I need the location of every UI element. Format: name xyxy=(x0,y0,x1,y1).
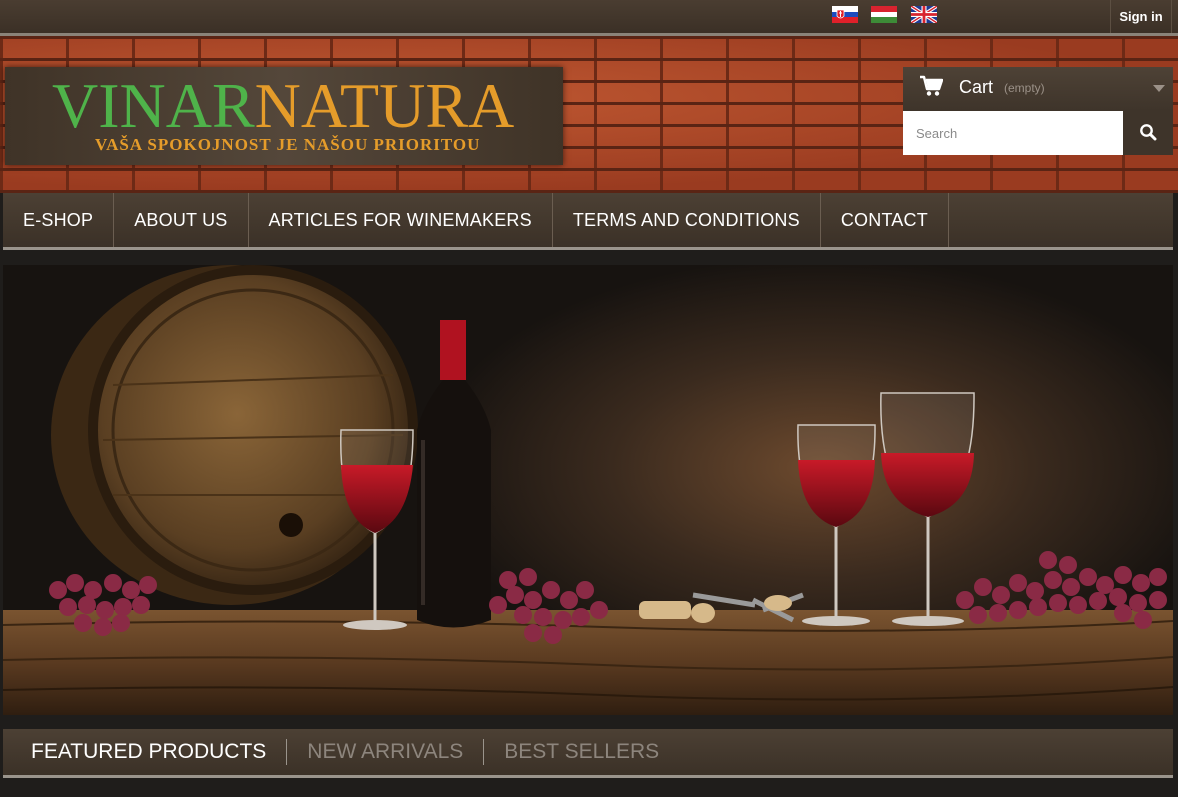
search-button[interactable] xyxy=(1123,111,1173,155)
wine-still-life-illustration xyxy=(3,265,1173,715)
cart-button[interactable]: Cart (empty) xyxy=(903,67,1173,111)
sign-in-label[interactable]: Sign in xyxy=(1119,9,1162,24)
logo-part-natura: NATURA xyxy=(254,70,515,141)
chevron-down-icon xyxy=(1153,85,1165,92)
hungary-flag-icon[interactable] xyxy=(871,6,897,23)
search-input[interactable] xyxy=(903,111,1123,155)
sign-in-link[interactable]: Sign in xyxy=(1110,0,1172,33)
nav-item-articles[interactable]: ARTICLES FOR WINEMAKERS xyxy=(249,193,553,247)
search-form xyxy=(903,111,1173,155)
uk-flag-icon[interactable] xyxy=(911,6,937,23)
logo-part-vinar: VINAR xyxy=(52,70,255,141)
product-tabs: FEATURED PRODUCTS NEW ARRIVALS BEST SELL… xyxy=(3,729,1173,778)
nav-item-eshop[interactable]: E-SHOP xyxy=(3,193,115,247)
nav-item-about-us[interactable]: ABOUT US xyxy=(114,193,249,247)
nav-item-contact[interactable]: CONTACT xyxy=(821,193,949,247)
main-navigation: E-SHOP ABOUT US ARTICLES FOR WINEMAKERS … xyxy=(3,193,1173,250)
cart-status: (empty) xyxy=(1004,81,1045,95)
nav-item-terms[interactable]: TERMS AND CONDITIONS xyxy=(553,193,821,247)
site-logo[interactable]: VINARNATURA Vaša spokojnost je našou pri… xyxy=(5,67,563,165)
search-icon xyxy=(1140,123,1157,140)
tab-new-arrivals[interactable]: NEW ARRIVALS xyxy=(287,739,485,765)
tab-best-sellers[interactable]: BEST SELLERS xyxy=(484,739,679,765)
hero-slider-image[interactable] xyxy=(3,265,1173,715)
logo-wordmark[interactable]: VINARNATURA xyxy=(52,71,514,141)
logo-tagline: Vaša spokojnost je našou prioritou xyxy=(95,135,481,154)
top-bar: Sign in xyxy=(0,0,1178,36)
header-banner: VINARNATURA Vaša spokojnost je našou pri… xyxy=(0,36,1178,193)
cart-icon xyxy=(919,75,944,97)
cart-label: Cart xyxy=(959,77,994,97)
slovakia-flag-icon[interactable] xyxy=(832,6,858,23)
tab-featured-products[interactable]: FEATURED PRODUCTS xyxy=(3,739,288,765)
